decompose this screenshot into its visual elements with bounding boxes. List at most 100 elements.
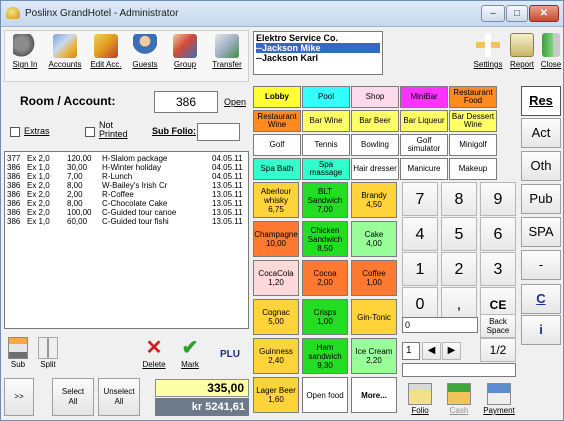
delete-button[interactable]: ✕ Delete bbox=[137, 335, 171, 373]
side-menu-button[interactable]: Pub bbox=[521, 184, 561, 214]
quantity-input[interactable]: 1 bbox=[402, 342, 420, 360]
category-button[interactable]: Bar Beer bbox=[351, 110, 399, 132]
amount-display[interactable]: 0 bbox=[402, 317, 478, 333]
list-item-selected[interactable]: --Jackson Mike bbox=[256, 43, 380, 53]
product-button[interactable]: Open food bbox=[302, 377, 348, 413]
split-button[interactable]: Split bbox=[34, 335, 62, 373]
backspace-key[interactable]: Back Space bbox=[480, 314, 516, 338]
left-arrow-button[interactable]: ◀ bbox=[422, 342, 441, 360]
category-button[interactable]: Shop bbox=[351, 86, 399, 108]
cash-button[interactable]: Cash bbox=[441, 381, 477, 419]
sub-folio-input[interactable] bbox=[197, 123, 240, 141]
close-app-button[interactable]: Close bbox=[539, 30, 563, 82]
product-button[interactable]: Chicken Sandwich 8,50 bbox=[302, 221, 348, 257]
mark-button[interactable]: ✔ Mark bbox=[173, 335, 207, 373]
right-arrow-button[interactable]: ▶ bbox=[442, 342, 461, 360]
product-button[interactable]: Cognac 5,00 bbox=[253, 299, 299, 335]
key-4[interactable]: 4 bbox=[402, 217, 438, 251]
extras-checkbox[interactable] bbox=[10, 127, 20, 137]
folio-button[interactable]: Folio bbox=[402, 381, 438, 419]
transaction-list[interactable]: 377 Ex 2,0 120,00 H-Slalom package 04.05.11 3… bbox=[4, 151, 249, 329]
product-button[interactable]: Ice Cream 2,20 bbox=[351, 338, 397, 374]
product-button[interactable]: CocaCola 1,20 bbox=[253, 260, 299, 296]
product-button[interactable]: Cocoa 2,00 bbox=[302, 260, 348, 296]
key-3[interactable]: 3 bbox=[480, 252, 516, 286]
category-button[interactable]: Golf simulator bbox=[400, 134, 448, 156]
category-button[interactable]: Hair dresser bbox=[351, 158, 399, 180]
side-menu-button[interactable]: Act bbox=[521, 118, 561, 148]
edit-account-button[interactable]: Edit Acc. bbox=[87, 33, 125, 81]
key-2[interactable]: 2 bbox=[441, 252, 477, 286]
group-button[interactable]: Group bbox=[167, 33, 203, 81]
product-button[interactable]: BLT Sandwich 7,00 bbox=[302, 182, 348, 218]
transaction-row[interactable]: 386 Ex 1,0 30,00 H-Winter holiday 04.05.11 bbox=[5, 163, 248, 172]
sign-in-button[interactable]: Sign In bbox=[7, 33, 43, 81]
side-menu-button[interactable]: i bbox=[521, 315, 561, 345]
transaction-row[interactable]: 386 Ex 1,0 7,00 R-Lunch 04.05.11 bbox=[5, 172, 248, 181]
close-window-button[interactable]: ✕ bbox=[529, 5, 559, 22]
category-button[interactable]: Makeup bbox=[449, 158, 497, 180]
key-5[interactable]: 5 bbox=[441, 217, 477, 251]
category-button[interactable]: Spa Bath bbox=[253, 158, 301, 180]
product-button[interactable]: More... bbox=[351, 377, 397, 413]
category-button[interactable]: Golf bbox=[253, 134, 301, 156]
transaction-row[interactable]: 386 Ex 2,0 8,00 C-Chocolate Cake 13.05.11 bbox=[5, 199, 248, 208]
accounts-button[interactable]: Accounts bbox=[45, 33, 85, 81]
plu-button[interactable]: PLU bbox=[211, 338, 249, 372]
key-7[interactable]: 7 bbox=[402, 182, 438, 216]
key-comma[interactable]: , bbox=[441, 287, 477, 321]
side-menu-button[interactable]: - bbox=[521, 250, 561, 280]
product-button[interactable]: Lager Beer 1,60 bbox=[253, 377, 299, 413]
side-menu-button[interactable]: Res bbox=[521, 86, 561, 116]
minimize-button[interactable]: – bbox=[481, 5, 505, 22]
key-1[interactable]: 1 bbox=[402, 252, 438, 286]
key-9[interactable]: 9 bbox=[480, 182, 516, 216]
product-button[interactable]: Ham sandwich 9,30 bbox=[302, 338, 348, 374]
transaction-row[interactable]: 377 Ex 2,0 120,00 H-Slalom package 04.05.11 bbox=[5, 154, 248, 163]
category-button[interactable]: Tennis bbox=[302, 134, 350, 156]
report-button[interactable]: Report bbox=[507, 30, 537, 82]
category-button[interactable]: Bar Wine bbox=[302, 110, 350, 132]
payment-button[interactable]: Payment bbox=[480, 381, 518, 419]
select-all-button[interactable]: Select All bbox=[52, 378, 94, 416]
category-button[interactable]: Minigolf bbox=[449, 134, 497, 156]
product-button[interactable]: Crisps 1,00 bbox=[302, 299, 348, 335]
unselect-all-button[interactable]: Unselect All bbox=[98, 378, 140, 416]
transaction-row[interactable]: 386 Ex 2,0 2,00 R-Coffee 13.05.11 bbox=[5, 190, 248, 199]
transaction-row[interactable]: 386 Ex 2,0 8,00 W-Bailey's Irish Cr 13.05.11 bbox=[5, 181, 248, 190]
category-button[interactable]: Lobby bbox=[253, 86, 301, 108]
side-menu-button[interactable]: SPA bbox=[521, 217, 561, 247]
more-arrows-button[interactable]: >> bbox=[4, 378, 34, 416]
key-6[interactable]: 6 bbox=[480, 217, 516, 251]
guests-button[interactable]: Guests bbox=[127, 33, 163, 81]
category-button[interactable]: Pool bbox=[302, 86, 350, 108]
product-button[interactable]: Cake 4,00 bbox=[351, 221, 397, 257]
maximize-button[interactable]: □ bbox=[506, 5, 528, 22]
side-menu-button[interactable]: C bbox=[521, 284, 561, 314]
category-button[interactable]: Bowling bbox=[351, 134, 399, 156]
category-button[interactable]: Bar Liqueur bbox=[400, 110, 448, 132]
transaction-row[interactable]: 386 Ex 2,0 100,00 C-Guided tour canoe 13.05.… bbox=[5, 208, 248, 217]
category-button[interactable]: Manicure bbox=[400, 158, 448, 180]
key-0[interactable]: 0 bbox=[402, 287, 438, 321]
product-button[interactable]: Coffee 1,00 bbox=[351, 260, 397, 296]
category-button[interactable]: Spa massage bbox=[302, 158, 350, 180]
category-button[interactable]: Restaurant Food bbox=[449, 86, 497, 108]
sub-button[interactable]: Sub bbox=[4, 335, 32, 373]
half-button[interactable]: 1/2 bbox=[480, 338, 516, 362]
product-button[interactable]: Gin-Tonic bbox=[351, 299, 397, 335]
product-button[interactable]: Champagne 10,00 bbox=[253, 221, 299, 257]
company-guest-list[interactable]: Elektro Service Co. --Jackson Mike --Jac… bbox=[253, 31, 383, 75]
list-item[interactable]: --Jackson Karl bbox=[256, 53, 380, 63]
settings-button[interactable]: Settings bbox=[471, 30, 505, 82]
side-menu-button[interactable]: Oth bbox=[521, 151, 561, 181]
product-button[interactable]: Guinness 2,40 bbox=[253, 338, 299, 374]
category-button[interactable]: Restaurant Wine bbox=[253, 110, 301, 132]
transaction-row[interactable]: 386 Ex 1,0 60,00 C-Guided tour fishi 13.05.1… bbox=[5, 217, 248, 226]
product-button[interactable]: Brandy 4,50 bbox=[351, 182, 397, 218]
category-button[interactable]: Bar Dessert Wine bbox=[449, 110, 497, 132]
category-button[interactable]: MiniBar bbox=[400, 86, 448, 108]
product-button[interactable]: Aberlour whisky 6,75 bbox=[253, 182, 299, 218]
not-printed-checkbox[interactable] bbox=[85, 127, 95, 137]
open-button[interactable]: Open bbox=[218, 92, 252, 112]
